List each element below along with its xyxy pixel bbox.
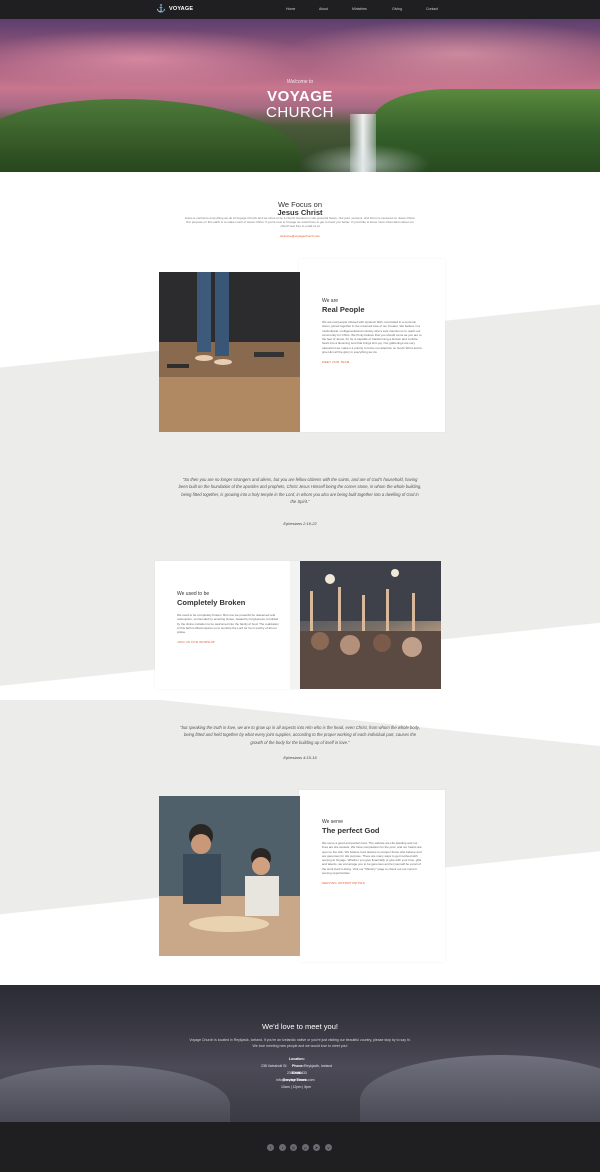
section-heading: Real People bbox=[322, 305, 365, 314]
focus-title: We Focus on Jesus Christ bbox=[0, 200, 600, 217]
focus-section: We Focus on Jesus Christ Jesus is centra… bbox=[0, 172, 600, 254]
hero-subtitle: CHURCH bbox=[266, 104, 334, 121]
section-body: We used to be completely broken. But now… bbox=[177, 613, 279, 635]
top-navbar: ⚓ VOYAGE Home About Ministries Giving Co… bbox=[0, 0, 600, 19]
focus-email-link[interactable]: welcome@voyagechurch.com bbox=[0, 234, 600, 238]
phone-label: Phone: bbox=[292, 1064, 304, 1068]
hero-welcome: Welcome to bbox=[286, 79, 314, 85]
perfect-god-text: We serve The perfect God We serve a good… bbox=[322, 819, 424, 885]
scripture-reference: Ephesians 2:19-22 bbox=[283, 521, 317, 526]
nav-link-giving[interactable]: Giving bbox=[392, 7, 402, 11]
service-times-label: Service Times: bbox=[283, 1078, 308, 1082]
join-worship-link[interactable]: JOIN US FOR WORSHIP bbox=[177, 640, 279, 644]
worship-stage-photo bbox=[159, 272, 300, 432]
hero-title: VOYAGE bbox=[267, 88, 333, 105]
address-city: Reykjavik, Iceland bbox=[304, 1064, 333, 1068]
nav-link-about[interactable]: About bbox=[319, 7, 328, 11]
serving-kitchen-photo bbox=[159, 796, 300, 956]
hero-text: Welcome to VOYAGE CHURCH bbox=[0, 79, 600, 121]
scripture-quote: "So then you are no longer strangers and… bbox=[178, 477, 422, 504]
focus-body: Jesus is central to everything we do at … bbox=[184, 216, 416, 229]
section-body: We are real people infused with dynamic … bbox=[322, 320, 422, 355]
facebook-icon[interactable]: f bbox=[267, 1144, 274, 1151]
card-divider bbox=[300, 272, 310, 432]
twitter-icon[interactable]: t bbox=[279, 1144, 286, 1151]
meet-our-team-link[interactable]: MEET OUR TEAM bbox=[322, 360, 424, 364]
nav-link-contact[interactable]: Contact bbox=[426, 7, 438, 11]
section-label: We are bbox=[322, 298, 339, 304]
location-label: Location: bbox=[289, 1057, 305, 1061]
photo-illustration bbox=[159, 272, 300, 432]
scripture-quote: "but speaking the truth in love, we are … bbox=[180, 725, 420, 745]
completely-broken-text: We used to be Completely Broken We used … bbox=[177, 591, 279, 644]
section-body: We serve a good and perfect God. The wid… bbox=[322, 841, 422, 876]
telegram-icon[interactable]: ➤ bbox=[313, 1144, 320, 1151]
worship-crowd-photo bbox=[290, 561, 441, 689]
email-label: Email: bbox=[292, 1071, 303, 1075]
section-label: We used to be bbox=[177, 591, 210, 597]
section-heading: Completely Broken bbox=[177, 598, 246, 607]
photo-illustration bbox=[159, 796, 300, 956]
contact-info: Location: 238 Vatnsholt St Phone: Reykja… bbox=[0, 1057, 600, 1097]
footer: f t ◎ p ➤ v bbox=[0, 1122, 600, 1172]
section-heading: The perfect God bbox=[322, 826, 380, 835]
nav-links: Home About Ministries Giving Contact bbox=[0, 7, 600, 13]
meet-section: We'd love to meet you! Voyage Church is … bbox=[0, 985, 600, 1122]
nav-link-ministries[interactable]: Ministries bbox=[352, 7, 367, 11]
meet-title: We'd love to meet you! bbox=[262, 1022, 338, 1031]
nav-link-home[interactable]: Home bbox=[286, 7, 295, 11]
scripture-reference: Ephesians 4:15-16 bbox=[283, 755, 317, 760]
service-times: 10am | 12pm | 5pm bbox=[281, 1085, 312, 1089]
section-label: We serve bbox=[322, 819, 344, 825]
address-street: 238 Vatnsholt St bbox=[261, 1064, 287, 1068]
card-divider bbox=[290, 561, 300, 689]
instagram-icon[interactable]: ◎ bbox=[290, 1144, 297, 1151]
meet-body: Voyage Church is located in Reykjavik, I… bbox=[189, 1038, 411, 1048]
vimeo-icon[interactable]: v bbox=[325, 1144, 332, 1151]
hero-banner: Welcome to VOYAGE CHURCH bbox=[0, 19, 600, 172]
pinterest-icon[interactable]: p bbox=[302, 1144, 309, 1151]
photo-illustration bbox=[290, 561, 441, 689]
card-divider bbox=[300, 796, 310, 956]
serving-opportunities-link[interactable]: SERVING OPPORTUNITIES bbox=[322, 881, 424, 885]
real-people-text: We are Real People We are real people in… bbox=[322, 298, 424, 364]
